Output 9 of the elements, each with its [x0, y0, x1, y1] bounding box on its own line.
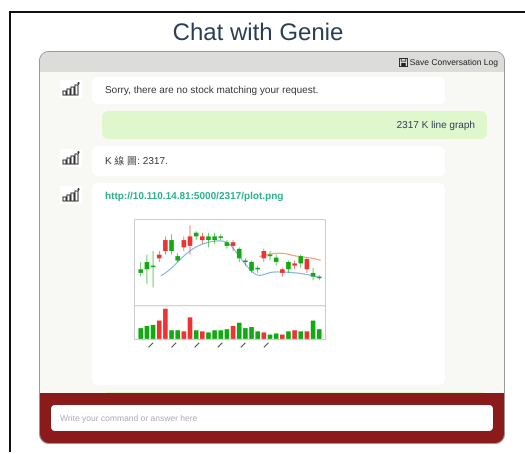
- bot-message: K 線 圖: 2317.: [92, 146, 445, 176]
- page-title: Chat with Genie: [172, 19, 344, 47]
- command-input-field[interactable]: Write your command or answer here: [51, 405, 493, 431]
- user-message: 2317 K line graph: [102, 111, 487, 139]
- save-conversation-button[interactable]: Save Conversation Log: [398, 57, 498, 67]
- bot-message: Sorry, there are no stock matching your request.: [92, 77, 445, 104]
- bar-chart-icon: [60, 80, 82, 98]
- bar-chart-icon: [60, 186, 82, 204]
- bar-chart-icon: [60, 149, 82, 167]
